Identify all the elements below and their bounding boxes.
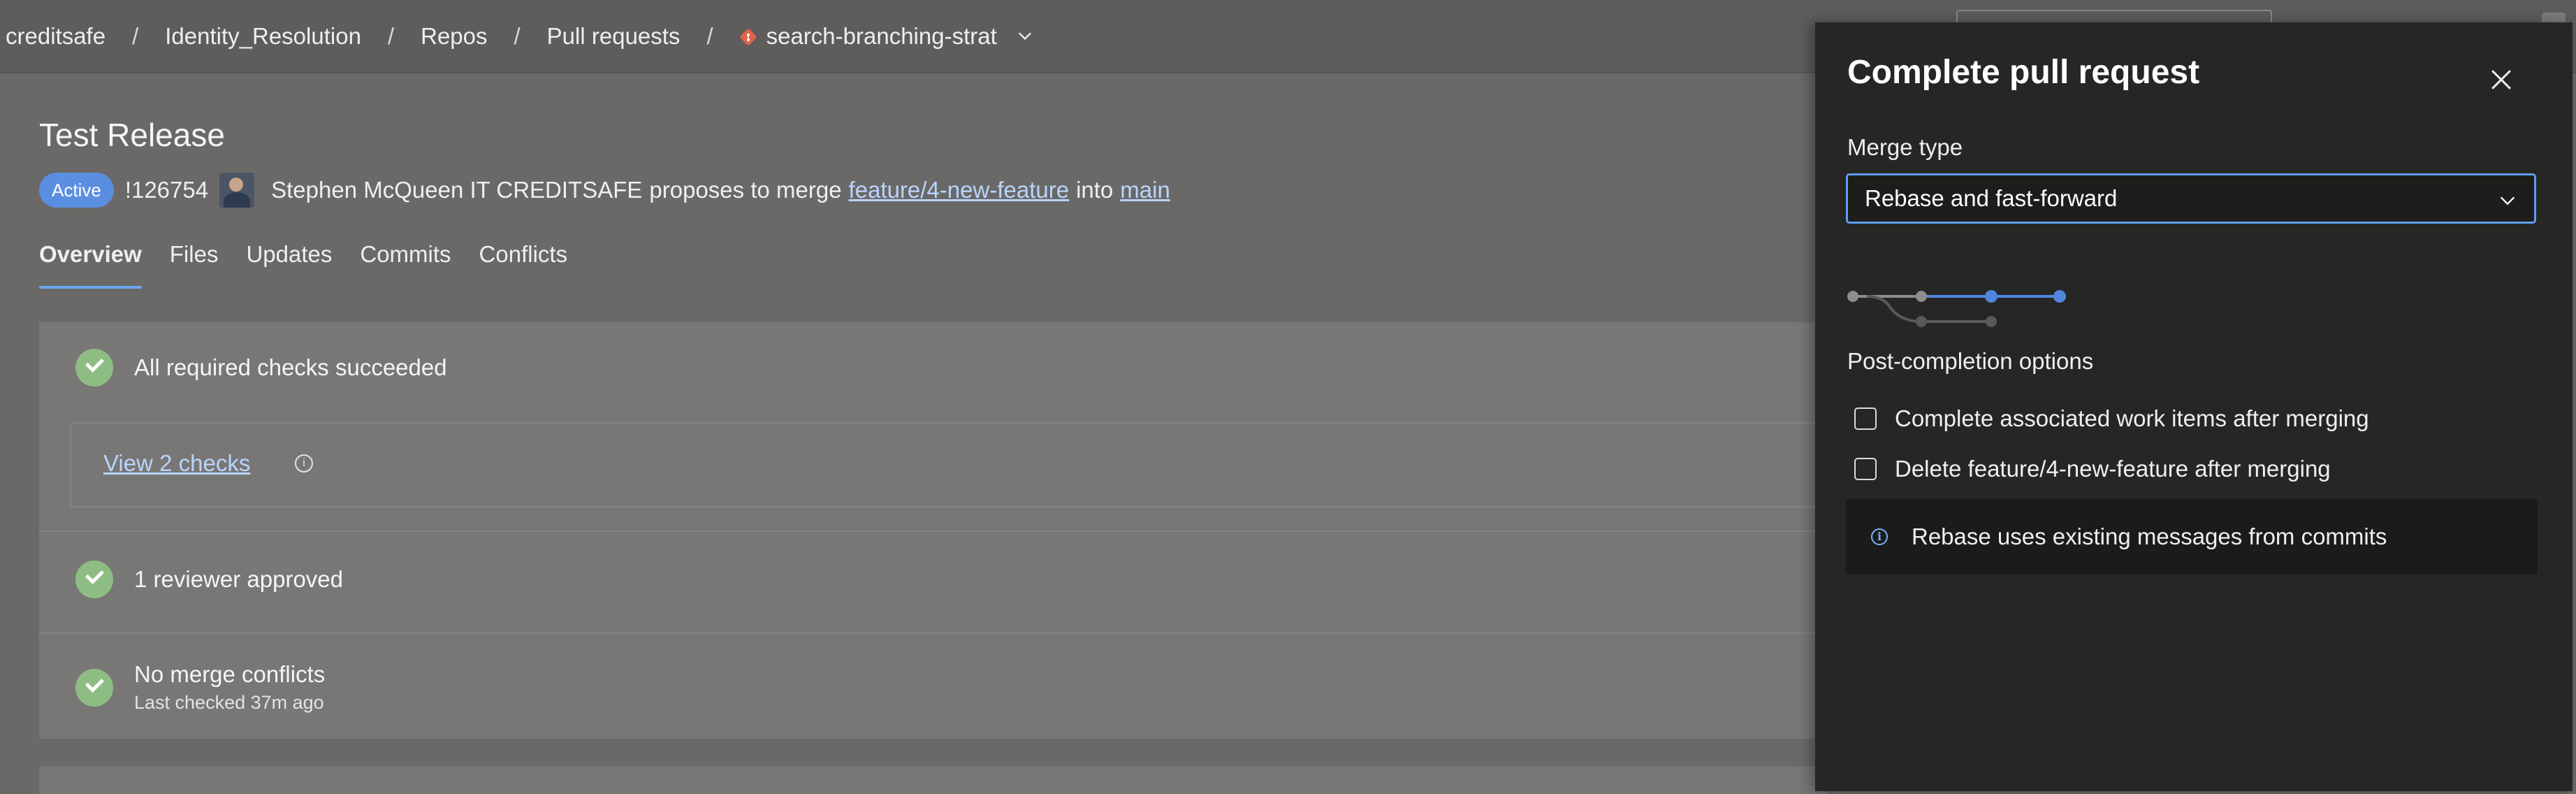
merge-conflicts-text: No merge conflicts [134, 661, 326, 687]
breadcrumb-repos[interactable]: Repos [421, 23, 487, 50]
author-avatar[interactable] [219, 173, 255, 208]
chevron-down-icon[interactable] [1015, 27, 1035, 46]
close-icon[interactable] [2486, 64, 2517, 95]
complete-pr-panel: Complete pull request Merge type Rebase … [1815, 22, 2573, 791]
breadcrumb-pull-requests[interactable]: Pull requests [547, 23, 681, 50]
breadcrumb-separator: / [706, 22, 713, 49]
merge-type-value: Rebase and fast-forward [1865, 185, 2118, 211]
checks-box: View 2 checks i [70, 422, 1889, 507]
breadcrumb: creditsafe / Identity_Resolution / Repos… [6, 0, 1035, 72]
pr-meta-row: Active !126754 Stephen McQueen IT CREDIT… [39, 171, 1170, 210]
target-branch-link[interactable]: main [1120, 177, 1170, 203]
divider [39, 530, 1828, 532]
status-card: All required checks succeeded View 2 che… [39, 322, 1889, 739]
breadcrumb-project[interactable]: Identity_Resolution [165, 23, 361, 50]
page-title: Test Release [39, 117, 225, 153]
last-checked-text: Last checked 37m ago [134, 692, 324, 713]
merge-type-select[interactable]: Rebase and fast-forward [1846, 173, 2536, 224]
tab-updates[interactable]: Updates [246, 241, 332, 289]
delete-branch-label: Delete feature/4-new-feature after mergi… [1895, 456, 2331, 482]
into-text: into [1076, 177, 1114, 203]
required-checks-text: All required checks succeeded [134, 354, 447, 380]
breadcrumb-separator: / [132, 22, 139, 49]
breadcrumb-branch[interactable]: search-branching-strat [766, 23, 997, 50]
info-message-text: Rebase uses existing messages from commi… [1912, 524, 2387, 549]
pr-id: !126754 [124, 177, 209, 203]
breadcrumb-separator: / [514, 22, 521, 49]
post-completion-label: Post-completion options [1847, 348, 2094, 374]
tab-files[interactable]: Files [170, 241, 219, 289]
view-checks-link[interactable]: View 2 checks [103, 450, 250, 477]
delete-branch-checkbox[interactable] [1854, 458, 1877, 480]
required-checks-row: All required checks succeeded [75, 349, 447, 387]
git-branch-icon [740, 29, 757, 45]
next-card [39, 766, 1828, 794]
tab-overview[interactable]: Overview [39, 241, 142, 289]
pr-tabs: Overview Files Updates Commits Conflicts [39, 241, 595, 296]
complete-work-items-option[interactable]: Complete associated work items after mer… [1854, 405, 2369, 432]
breadcrumb-org[interactable]: creditsafe [6, 23, 105, 50]
divider [39, 633, 1828, 634]
merge-conflicts-row: No merge conflicts Last checked 37m ago [75, 661, 325, 714]
delete-branch-option[interactable]: Delete feature/4-new-feature after mergi… [1854, 456, 2331, 482]
check-circle-icon [75, 349, 113, 387]
status-badge: Active [39, 173, 114, 208]
reviewers-text: 1 reviewer approved [134, 566, 343, 592]
info-message-bar: i Rebase uses existing messages from com… [1846, 499, 2538, 575]
tab-conflicts[interactable]: Conflicts [479, 241, 568, 289]
tab-commits[interactable]: Commits [360, 241, 451, 289]
complete-work-items-label: Complete associated work items after mer… [1895, 405, 2369, 431]
info-icon: i [1871, 528, 1888, 545]
panel-title: Complete pull request [1847, 54, 2200, 91]
author-name: Stephen McQueen IT CREDITSAFE [271, 177, 643, 203]
info-icon[interactable]: i [295, 454, 313, 472]
complete-work-items-checkbox[interactable] [1854, 407, 1877, 430]
check-circle-icon [75, 561, 113, 598]
reviewers-row: 1 reviewer approved [75, 561, 343, 598]
merge-type-label: Merge type [1847, 134, 1963, 160]
proposes-text: proposes to merge [649, 177, 842, 203]
breadcrumb-separator: / [387, 22, 395, 49]
check-circle-icon [75, 668, 113, 707]
merge-graph-illustration [1847, 290, 2066, 327]
chevron-down-icon [2500, 196, 2515, 205]
source-branch-link[interactable]: feature/4-new-feature [849, 177, 1070, 203]
